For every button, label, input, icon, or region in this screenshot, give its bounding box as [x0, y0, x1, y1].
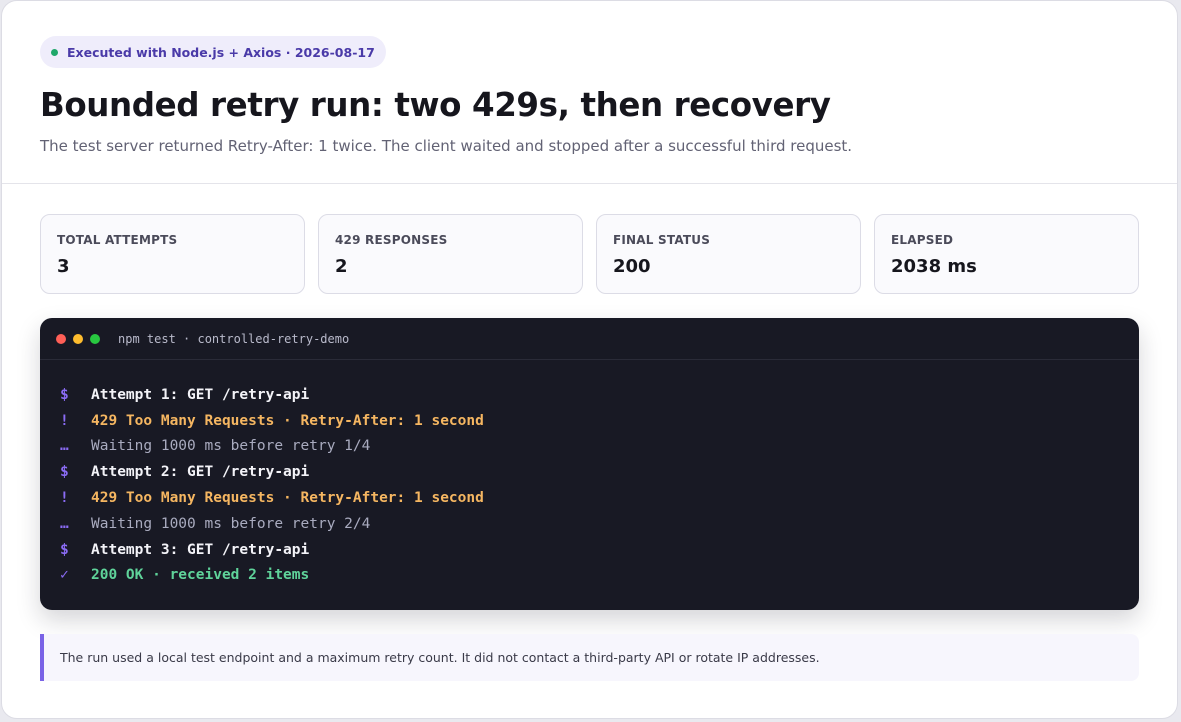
terminal-line: … Waiting 1000 ms before retry 2/4 — [60, 511, 1139, 537]
stats-row: TOTAL ATTEMPTS 3 429 RESPONSES 2 FINAL S… — [2, 184, 1177, 294]
terminal-line-text: 429 Too Many Requests · Retry-After: 1 s… — [91, 412, 484, 429]
terminal-window: npm test · controlled-retry-demo $ Attemp… — [40, 318, 1139, 610]
ellipsis-icon: … — [60, 438, 69, 455]
page-title: Bounded retry run: two 429s, then recove… — [40, 86, 831, 124]
stat-429-responses: 429 RESPONSES 2 — [318, 214, 583, 294]
terminal-line-text: 200 OK · received 2 items — [91, 567, 310, 584]
stat-value: 3 — [57, 256, 70, 277]
stat-label: TOTAL ATTEMPTS — [57, 233, 178, 247]
terminal-line: $ Attempt 2: GET /retry-api — [60, 459, 1139, 485]
close-window-icon[interactable] — [56, 333, 66, 344]
terminal-line-text: Attempt 1: GET /retry-api — [91, 386, 310, 403]
stat-elapsed: ELAPSED 2038 ms — [874, 214, 1139, 294]
stat-value: 200 — [613, 256, 651, 277]
execution-badge-text: Executed with Node.js + Axios · 2026-08-… — [67, 44, 375, 60]
minimize-window-icon[interactable] — [73, 333, 83, 344]
ellipsis-icon: … — [60, 515, 69, 532]
stat-final-status: FINAL STATUS 200 — [596, 214, 861, 294]
terminal-line: ! 429 Too Many Requests · Retry-After: 1 … — [60, 408, 1139, 434]
terminal-line: $ Attempt 1: GET /retry-api — [60, 382, 1139, 408]
stat-value: 2 — [335, 256, 348, 277]
report-header: Executed with Node.js + Axios · 2026-08-… — [2, 1, 1177, 184]
warning-icon: ! — [60, 490, 69, 507]
terminal-output: $ Attempt 1: GET /retry-api ! 429 Too Many… — [40, 360, 1139, 588]
maximize-window-icon[interactable] — [90, 333, 100, 344]
terminal-line-text: 429 Too Many Requests · Retry-After: 1 s… — [91, 490, 484, 507]
disclaimer-text: The run used a local test endpoint and a… — [60, 650, 820, 665]
terminal-line-text: Waiting 1000 ms before retry 2/4 — [91, 515, 371, 532]
execution-badge: Executed with Node.js + Axios · 2026-08-… — [40, 36, 386, 68]
warning-icon: ! — [60, 412, 69, 429]
prompt-icon: $ — [60, 386, 69, 403]
stat-value: 2038 ms — [891, 256, 977, 277]
terminal-line: $ Attempt 3: GET /retry-api — [60, 537, 1139, 563]
stat-label: ELAPSED — [891, 233, 954, 247]
prompt-icon: $ — [60, 464, 69, 481]
terminal-line-text: Attempt 3: GET /retry-api — [91, 541, 310, 558]
disclaimer-note: The run used a local test endpoint and a… — [40, 634, 1139, 681]
terminal-line-text: Waiting 1000 ms before retry 1/4 — [91, 438, 371, 455]
terminal-line: … Waiting 1000 ms before retry 1/4 — [60, 434, 1139, 460]
terminal-line: ! 429 Too Many Requests · Retry-After: 1 … — [60, 485, 1139, 511]
stat-total-attempts: TOTAL ATTEMPTS 3 — [40, 214, 305, 294]
terminal-line: ✓ 200 OK · received 2 items — [60, 563, 1139, 589]
terminal-title-bar: npm test · controlled-retry-demo — [40, 318, 1139, 360]
report-card: Executed with Node.js + Axios · 2026-08-… — [1, 0, 1178, 719]
terminal-line-text: Attempt 2: GET /retry-api — [91, 464, 310, 481]
status-dot-icon — [51, 48, 58, 56]
terminal-title: npm test · controlled-retry-demo — [118, 331, 350, 346]
stat-label: FINAL STATUS — [613, 233, 711, 247]
check-icon: ✓ — [60, 567, 69, 584]
prompt-icon: $ — [60, 541, 69, 558]
stat-label: 429 RESPONSES — [335, 233, 448, 247]
page-subtitle: The test server returned Retry-After: 1 … — [40, 137, 853, 155]
